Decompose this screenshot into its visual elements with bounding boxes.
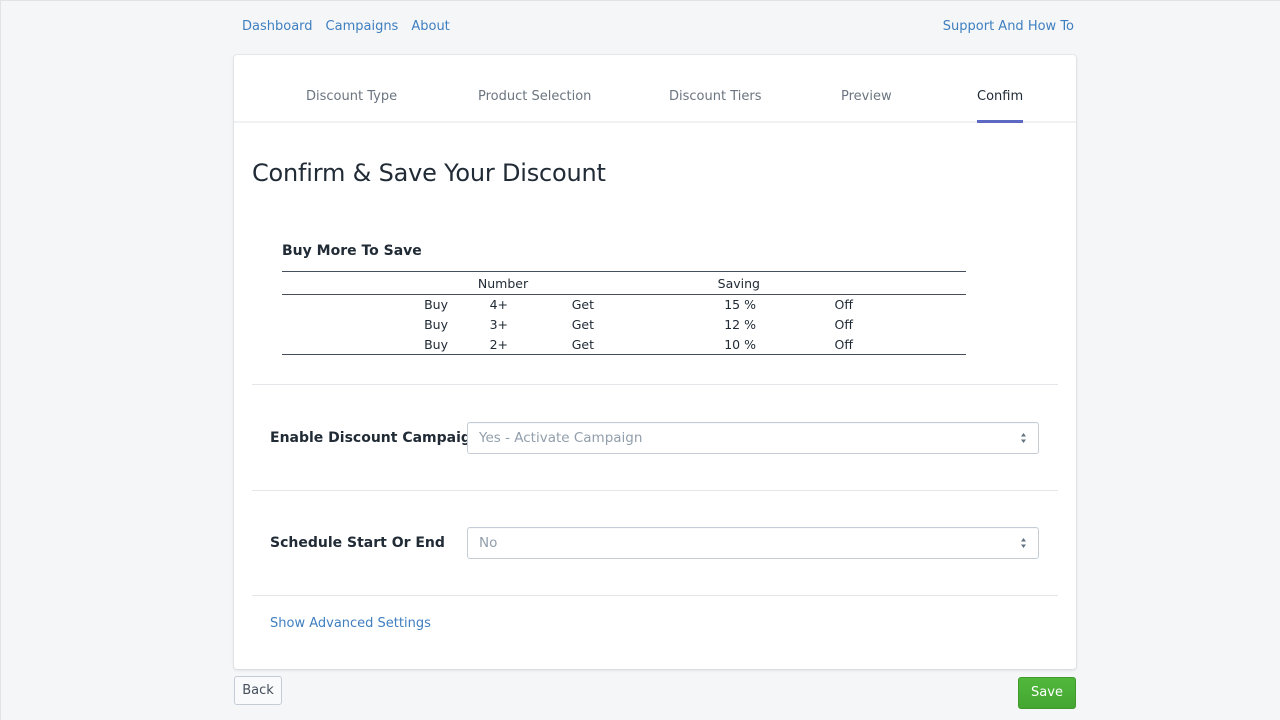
tier-buy-label: Buy (424, 336, 448, 352)
nav-link-about[interactable]: About (411, 19, 449, 34)
discount-wizard-card: Discount Type Product Selection Discount… (234, 55, 1076, 669)
tier-saving-percent: 12 % (724, 317, 756, 332)
tier-get-label: Get (571, 336, 594, 352)
column-header-number: Number (352, 271, 654, 295)
tier-get-label: Get (571, 317, 594, 332)
nav-link-dashboard[interactable]: Dashboard (242, 19, 313, 34)
select-arrows-icon (1021, 538, 1026, 548)
section-divider (252, 595, 1058, 596)
tier-spacer-cell (282, 315, 352, 335)
schedule-label: Schedule Start Or End (270, 535, 445, 551)
tier-row: Buy 2+ Get 10 % Off (282, 335, 966, 355)
schedule-select[interactable]: No (467, 527, 1039, 559)
tab-discount-type[interactable]: Discount Type (306, 89, 397, 120)
tier-quantity: 4+ (489, 297, 508, 313)
page-title: Confirm & Save Your Discount (252, 159, 606, 187)
save-button[interactable]: Save (1018, 677, 1076, 709)
nav-link-campaigns[interactable]: Campaigns (326, 19, 399, 34)
enable-campaign-label: Enable Discount Campaign (270, 430, 481, 446)
tier-saving-percent: 15 % (724, 297, 756, 313)
column-header-saving: Saving (654, 271, 764, 295)
select-arrows-icon (1021, 433, 1026, 443)
tier-saving-percent: 10 % (724, 336, 756, 352)
tier-buy-label: Buy (424, 297, 448, 313)
tier-spacer-cell (282, 295, 352, 315)
tab-preview[interactable]: Preview (841, 89, 892, 120)
tier-quantity: 2+ (489, 336, 508, 352)
tier-row: Buy 4+ Get 15 % Off (282, 295, 966, 315)
tier-off-label: Off (834, 336, 853, 352)
enable-campaign-value: Yes - Activate Campaign (479, 430, 643, 446)
tab-confirm[interactable]: Confim (977, 89, 1024, 123)
tier-spacer-cell (282, 335, 352, 355)
tier-spacer-cell (856, 295, 966, 315)
tier-off-label: Off (834, 297, 853, 313)
tier-get-label: Get (571, 297, 594, 313)
tab-product-selection[interactable]: Product Selection (478, 89, 591, 120)
support-link[interactable]: Support And How To (943, 19, 1074, 34)
tier-quantity: 3+ (489, 317, 508, 332)
table-header-row: Number Saving (282, 271, 966, 295)
tier-buy-label: Buy (424, 317, 448, 332)
discount-tiers-table: Number Saving Buy 4+ Get 15 % Off Buy 3+ Get 12 … (282, 271, 966, 355)
section-divider (252, 384, 1058, 385)
tiers-heading: Buy More To Save (282, 243, 422, 259)
tier-row: Buy 3+ Get 12 % Off (282, 315, 966, 335)
show-advanced-settings-link[interactable]: Show Advanced Settings (270, 616, 431, 631)
section-divider (252, 490, 1058, 491)
tier-spacer-cell (856, 335, 966, 355)
tier-spacer-cell (856, 315, 966, 335)
tab-discount-tiers[interactable]: Discount Tiers (669, 89, 761, 120)
tier-off-label: Off (834, 317, 853, 332)
step-tabs: Discount Type Product Selection Discount… (234, 55, 1076, 123)
back-button[interactable]: Back (234, 676, 282, 705)
schedule-value: No (479, 535, 498, 551)
enable-campaign-select[interactable]: Yes - Activate Campaign (467, 422, 1039, 454)
